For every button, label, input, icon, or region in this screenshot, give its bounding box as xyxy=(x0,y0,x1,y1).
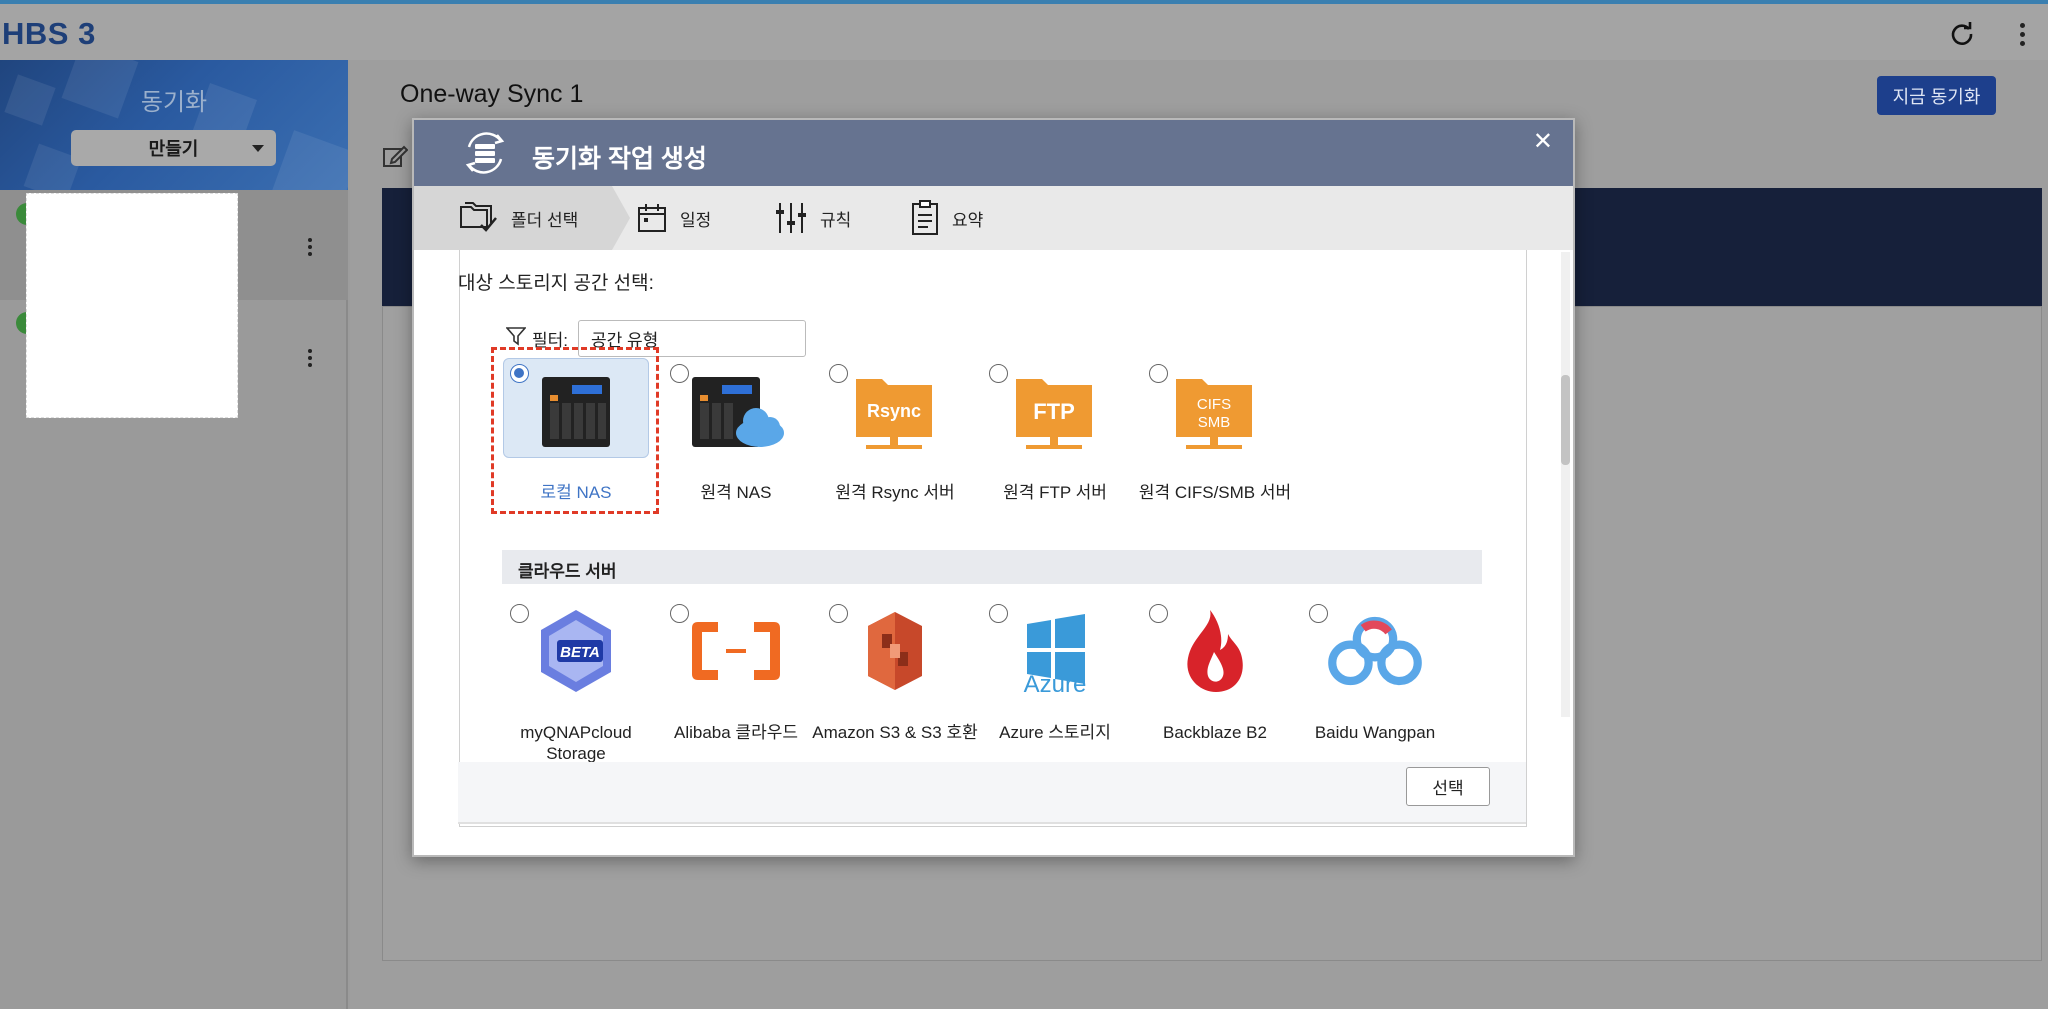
badge-text: SMB xyxy=(1198,414,1231,431)
step-label: 규칙 xyxy=(820,210,852,230)
alibaba-cloud-icon xyxy=(686,608,786,694)
more-vertical-icon[interactable] xyxy=(2006,18,2038,50)
sliders-icon xyxy=(774,201,808,235)
step-schedule[interactable]: 일정 xyxy=(636,186,711,250)
redacted-area xyxy=(26,193,238,418)
more-vertical-icon[interactable] xyxy=(306,238,314,256)
badge-text: CIFS xyxy=(1197,396,1231,413)
option-label: 원격 Rsync 서버 xyxy=(835,483,955,502)
calendar-icon xyxy=(636,202,668,234)
refresh-icon[interactable] xyxy=(1946,18,1978,50)
panel-footer xyxy=(458,762,1526,824)
ftp-folder-icon: FTP xyxy=(1005,368,1105,454)
option-label: myQNAPcloud Storage xyxy=(520,723,632,763)
cloud-section-header: 클라우드 서버 xyxy=(502,550,1482,584)
backblaze-icon xyxy=(1165,608,1265,694)
badge-text: BETA xyxy=(560,644,600,661)
top-bar: HBS 3 xyxy=(0,0,2048,60)
myqnapcloud-icon: BETA xyxy=(526,608,626,694)
dialog-title: 동기화 작업 생성 xyxy=(532,145,707,173)
option-label: 원격 NAS xyxy=(700,483,772,502)
amazon-s3-icon xyxy=(845,608,945,694)
highlight-box xyxy=(491,347,659,514)
baidu-wangpan-icon xyxy=(1325,608,1425,694)
app-title: HBS 3 xyxy=(2,16,96,51)
remote-nas-icon xyxy=(686,368,786,454)
divider xyxy=(458,822,1526,824)
option-label: 원격 FTP 서버 xyxy=(1003,483,1107,502)
cifs-smb-folder-icon: CIFS SMB xyxy=(1165,368,1265,454)
chevron-down-icon xyxy=(252,145,264,152)
wizard-steps: 폴더 선택 일정 규칙 요약 xyxy=(414,186,1573,250)
sync-logo-icon xyxy=(459,129,511,182)
badge-text: FTP xyxy=(1033,399,1075,424)
step-label: 폴더 선택 xyxy=(511,210,579,230)
folder-select-icon xyxy=(459,201,499,235)
sidebar-title: 동기화 xyxy=(140,89,208,116)
select-button[interactable]: 선택 xyxy=(1406,767,1490,806)
more-vertical-icon[interactable] xyxy=(306,349,314,367)
scrollbar-thumb[interactable] xyxy=(1561,375,1570,465)
step-rules[interactable]: 규칙 xyxy=(774,186,851,250)
step-label: 일정 xyxy=(680,210,712,230)
option-label: Amazon S3 & S3 호환 xyxy=(812,723,978,742)
create-button[interactable]: 만들기 xyxy=(71,130,276,166)
badge-text: Rsync xyxy=(867,401,921,421)
step-label: 요약 xyxy=(952,210,984,230)
sidebar-header: 동기화 만들기 xyxy=(0,60,348,190)
edit-icon[interactable] xyxy=(382,144,409,175)
step-summary[interactable]: 요약 xyxy=(910,186,983,250)
option-label: 원격 CIFS/SMB 서버 xyxy=(1138,483,1292,502)
option-label: Baidu Wangpan xyxy=(1314,723,1436,742)
option-label: Azure 스토리지 xyxy=(999,723,1111,742)
rsync-folder-icon: Rsync xyxy=(845,368,945,454)
dialog-header: 동기화 작업 생성 ✕ xyxy=(414,120,1573,186)
option-label: Alibaba 클라우드 xyxy=(674,723,798,742)
close-icon[interactable]: ✕ xyxy=(1533,130,1553,154)
section-label: 대상 스토리지 공간 선택: xyxy=(458,273,654,294)
option-label: Backblaze B2 xyxy=(1163,723,1267,742)
clipboard-icon xyxy=(910,200,940,236)
step-folder-select[interactable]: 폴더 선택 xyxy=(414,186,612,250)
sync-now-button[interactable]: 지금 동기화 xyxy=(1877,76,1996,115)
azure-icon: Azure xyxy=(1005,608,1105,694)
badge-text: Azure xyxy=(1024,671,1087,694)
create-button-label: 만들기 xyxy=(148,139,199,159)
scrollbar-track[interactable] xyxy=(1561,252,1570,717)
page-title: One-way Sync 1 xyxy=(400,80,584,108)
step-arrow xyxy=(612,186,630,250)
